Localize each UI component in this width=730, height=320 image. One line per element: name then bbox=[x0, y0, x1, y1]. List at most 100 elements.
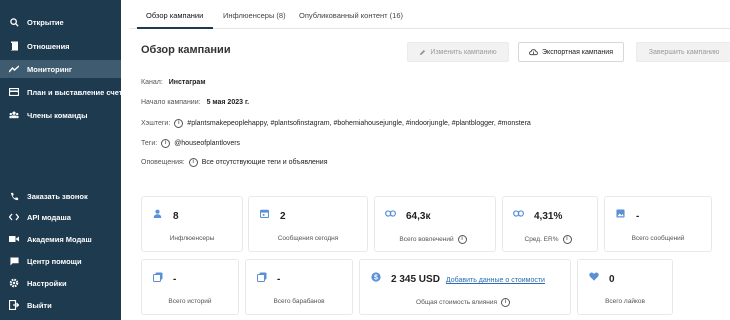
sidebar-item-label: Настройки bbox=[27, 278, 67, 288]
sidebar: Открытие Отношения Мониторинг План и выс… bbox=[0, 0, 121, 320]
stat-label: Всего сообщений bbox=[631, 235, 685, 242]
channel-label: Канал: bbox=[141, 79, 163, 86]
active-tab-indicator bbox=[137, 27, 213, 29]
page-title: Обзор кампании bbox=[141, 44, 231, 56]
info-icon[interactable]: i bbox=[174, 119, 184, 128]
stat-value: - bbox=[636, 211, 640, 222]
edit-campaign-label: Изменить кампанию bbox=[430, 48, 497, 56]
stat-value: 2 bbox=[280, 211, 286, 222]
cloud-download-icon bbox=[529, 48, 538, 56]
gear-icon bbox=[9, 278, 19, 288]
stat-label: Сообщения сегодня bbox=[277, 235, 339, 242]
heart-icon bbox=[588, 271, 599, 282]
export-campaign-button[interactable]: Экспортная кампания bbox=[518, 42, 624, 62]
stat-card-influencers: 8 Инфлюенсеры bbox=[141, 196, 243, 252]
stat-card-influence-value: $ 2 345 USD Добавить данные о стоимости О… bbox=[359, 259, 571, 315]
alerts-row: Оповещения: i Все отсутствующие теги и о… bbox=[141, 158, 328, 167]
export-campaign-label: Экспортная кампания bbox=[542, 48, 613, 56]
video-icon bbox=[9, 234, 19, 244]
sidebar-item-label: Заказать звонок bbox=[27, 191, 88, 201]
info-icon[interactable]: i bbox=[457, 235, 467, 244]
finish-campaign-label: Завершить кампанию bbox=[648, 48, 720, 56]
info-icon[interactable]: i bbox=[188, 158, 198, 167]
sidebar-item-billing[interactable]: План и выставление счето bbox=[0, 83, 121, 101]
alerts-value: Все отсутствующие теги и объявления bbox=[201, 159, 328, 166]
info-icon[interactable]: i bbox=[562, 235, 572, 244]
document-icon bbox=[9, 41, 19, 51]
sidebar-item-label: План и выставление счето bbox=[27, 87, 121, 97]
start-date-label: Начало кампании: bbox=[141, 99, 201, 106]
hashtags-value: #plantsmakepeoplehappy, #plantsofinstagr… bbox=[187, 120, 531, 127]
hashtags-label: Хэштеги: bbox=[141, 120, 171, 127]
stat-value: - bbox=[277, 274, 281, 285]
sidebar-item-monitoring[interactable]: Мониторинг bbox=[0, 60, 121, 78]
search-icon bbox=[9, 17, 19, 27]
stat-label: Всего вовлечений bbox=[399, 236, 454, 243]
stat-value-row: 2 345 USD Добавить данные о стоимости bbox=[391, 274, 545, 285]
channel-value: Инстаграм bbox=[168, 79, 206, 86]
tab-bar: Обзор кампании Инфлюенсеры (8) Опубликов… bbox=[130, 0, 730, 29]
stat-label-row: Всего вовлечений i bbox=[375, 235, 495, 244]
tab-published-content[interactable]: Опубликованный контент (16) bbox=[299, 11, 403, 20]
tab-campaign-overview[interactable]: Обзор кампании bbox=[146, 11, 203, 20]
sidebar-item-label: Члены команды bbox=[27, 110, 88, 120]
add-cost-data-link[interactable]: Добавить данные о стоимости bbox=[446, 277, 545, 284]
sidebar-item-academy[interactable]: Академия Модаш bbox=[0, 230, 121, 248]
sidebar-item-callback[interactable]: Заказать звонок bbox=[0, 187, 121, 205]
sidebar-item-label: Академия Модаш bbox=[27, 234, 92, 244]
link-icon bbox=[385, 208, 396, 219]
team-icon bbox=[9, 110, 19, 120]
info-icon[interactable]: i bbox=[500, 298, 510, 307]
stat-value: 2 345 USD bbox=[391, 274, 440, 285]
sidebar-item-label: API модаша bbox=[27, 212, 71, 222]
sidebar-item-settings[interactable]: Настройки bbox=[0, 274, 121, 292]
sidebar-item-label: Отношения bbox=[27, 41, 70, 51]
stat-card-engagements: 64,3к Всего вовлечений i bbox=[374, 196, 496, 252]
start-date-row: Начало кампании: 5 мая 2023 г. bbox=[141, 99, 249, 106]
sidebar-item-logout[interactable]: Выйти bbox=[0, 296, 121, 314]
stat-label: Общая стоимость влияния bbox=[416, 299, 497, 306]
logout-icon bbox=[9, 300, 19, 310]
stat-label: Сред. ER% bbox=[524, 236, 559, 243]
sidebar-item-help[interactable]: Центр помощи bbox=[0, 252, 121, 270]
finish-campaign-button[interactable]: Завершить кампанию bbox=[636, 42, 730, 62]
sidebar-item-label: Мониторинг bbox=[27, 64, 72, 74]
sidebar-item-api[interactable]: API модаша bbox=[0, 208, 121, 226]
person-icon bbox=[152, 208, 163, 219]
sidebar-item-team[interactable]: Члены команды bbox=[0, 106, 121, 124]
sidebar-item-label: Выйти bbox=[27, 300, 52, 310]
hashtags-row: Хэштеги: i #plantsmakepeoplehappy, #plan… bbox=[141, 119, 531, 128]
sidebar-item-label: Центр помощи bbox=[27, 256, 82, 266]
start-date-value: 5 мая 2023 г. bbox=[206, 99, 250, 106]
channel-row: Канал: Инстаграм bbox=[141, 79, 206, 86]
stat-value: 8 bbox=[173, 211, 179, 222]
tab-influencers[interactable]: Инфлюенсеры (8) bbox=[223, 11, 286, 20]
pencil-icon bbox=[419, 49, 426, 56]
image-icon bbox=[615, 208, 626, 219]
sidebar-item-relations[interactable]: Отношения bbox=[0, 37, 121, 55]
stat-card-avg-er: 4,31% Сред. ER% i bbox=[502, 196, 598, 252]
stat-value: 4,31% bbox=[534, 211, 563, 222]
link-icon bbox=[513, 208, 524, 219]
tags-label: Теги: bbox=[141, 140, 158, 147]
stat-label: Всего историй bbox=[168, 298, 212, 305]
stat-value: 64,3к bbox=[406, 211, 431, 222]
stat-card-total-posts: - Всего сообщений bbox=[604, 196, 712, 252]
sidebar-item-discovery[interactable]: Открытие bbox=[0, 13, 121, 31]
svg-text:$: $ bbox=[374, 274, 378, 281]
stat-value: 0 bbox=[609, 274, 615, 285]
info-icon[interactable]: i bbox=[161, 139, 171, 148]
sidebar-item-label: Открытие bbox=[27, 17, 64, 27]
code-icon bbox=[9, 212, 19, 222]
stat-label: Всего лайков bbox=[605, 298, 645, 305]
stat-card-stories: - Всего историй bbox=[141, 259, 239, 315]
card-icon bbox=[9, 87, 19, 97]
edit-campaign-button[interactable]: Изменить кампанию bbox=[407, 42, 509, 62]
chat-icon bbox=[9, 256, 19, 266]
stories-icon bbox=[152, 271, 163, 282]
stat-card-likes: 0 Всего лайков bbox=[577, 259, 673, 315]
tags-row: Теги: i @houseofplantlovers bbox=[141, 139, 240, 148]
dollar-icon: $ bbox=[370, 271, 381, 282]
reels-icon bbox=[256, 271, 267, 282]
stat-label: Всего барабанов bbox=[273, 298, 325, 305]
